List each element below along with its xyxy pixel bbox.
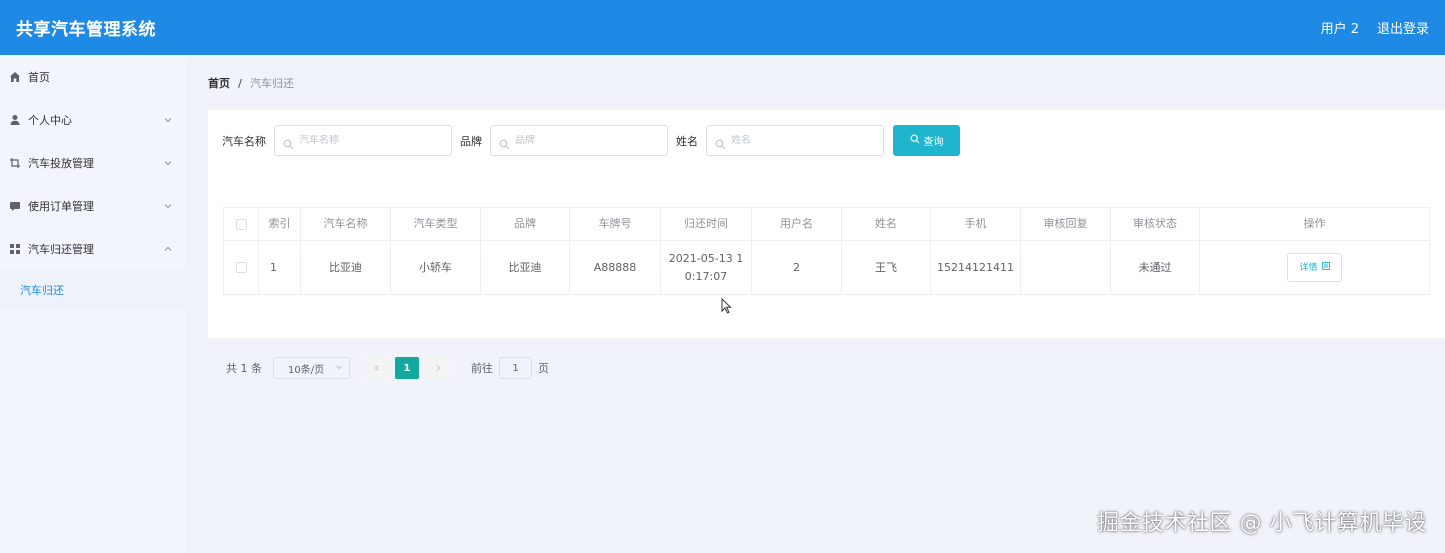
page-size-value: 10条/页 bbox=[288, 364, 325, 376]
column-header: 姓名 bbox=[842, 208, 931, 240]
chevron-up-icon bbox=[163, 244, 173, 254]
detail-button[interactable]: 详情 bbox=[1287, 253, 1342, 282]
chevron-down-icon bbox=[163, 158, 173, 168]
table-row: 1 比亚迪 小轿车 比亚迪 A88888 2021-05-13 1 0:17:0… bbox=[224, 241, 1429, 294]
sidebar-item-label: 使用订单管理 bbox=[28, 199, 94, 213]
sidebar-menu: 首页 个人中心 汽车投放管理 使用订单管理 汽车归还管理 汽车归还 bbox=[0, 55, 187, 553]
goto-label: 前往 bbox=[471, 362, 493, 375]
sidebar-item-personal-center[interactable]: 个人中心 bbox=[0, 98, 187, 141]
cell-name: 王飞 bbox=[842, 241, 931, 294]
goto-page-input[interactable]: 1 bbox=[499, 357, 532, 379]
message-icon bbox=[9, 200, 21, 212]
page-size-select[interactable]: 10条/页 bbox=[273, 357, 350, 379]
detail-button-label: 详情 bbox=[1299, 262, 1318, 273]
cell-username: 2 bbox=[752, 241, 842, 294]
current-user-link[interactable]: 用户 2 bbox=[1321, 18, 1359, 37]
car-return-table: 索引 汽车名称 汽车类型 品牌 车牌号 归还时间 用户名 姓名 手机 审核回复 … bbox=[223, 207, 1430, 295]
car-name-input[interactable] bbox=[299, 135, 439, 146]
sidebar-item-order-manage[interactable]: 使用订单管理 bbox=[0, 184, 187, 227]
query-button-label: 查询 bbox=[923, 137, 944, 148]
breadcrumb-separator: / bbox=[238, 76, 243, 90]
crop-icon bbox=[9, 157, 21, 169]
search-icon bbox=[499, 135, 510, 150]
row-checkbox[interactable] bbox=[235, 262, 247, 273]
chevron-down-icon bbox=[163, 115, 173, 125]
cell-car-type: 小轿车 bbox=[391, 241, 481, 294]
cell-status: 未通过 bbox=[1111, 241, 1200, 294]
cell-brand: 比亚迪 bbox=[481, 241, 570, 294]
total-count: 共 1 条 bbox=[226, 362, 262, 375]
cell-reply bbox=[1021, 241, 1111, 294]
main-content: 首页 / 汽车归还 汽车名称 品牌 姓名 bbox=[208, 55, 1445, 553]
select-all-checkbox[interactable] bbox=[235, 218, 247, 230]
column-header: 汽车类型 bbox=[391, 208, 481, 240]
cell-index: 1 bbox=[259, 241, 301, 294]
sidebar-subitem-car-return[interactable]: 汽车归还 bbox=[0, 270, 187, 310]
cell-return-time: 2021-05-13 1 0:17:07 bbox=[661, 241, 752, 294]
page-suffix: 页 bbox=[538, 362, 549, 375]
page-number-active[interactable]: 1 bbox=[395, 357, 419, 379]
prev-page-button[interactable] bbox=[365, 357, 388, 379]
column-header: 索引 bbox=[259, 208, 301, 240]
return-time-line-1: 2021-05-13 1 bbox=[668, 251, 744, 265]
name-input[interactable] bbox=[731, 135, 871, 146]
header-user-area: 用户 2 退出登录 bbox=[1321, 18, 1429, 37]
watermark: 掘金技术社区 @ 小飞计算机毕设 bbox=[1097, 511, 1427, 536]
column-header: 操作 bbox=[1303, 217, 1326, 230]
chevron-right-icon bbox=[434, 362, 442, 375]
column-header: 车牌号 bbox=[570, 208, 661, 240]
sidebar-item-car-return-manage[interactable]: 汽车归还管理 bbox=[0, 227, 187, 270]
name-label: 姓名 bbox=[676, 134, 698, 148]
pagination: 共 1 条 10条/页 1 前往 1 页 bbox=[226, 357, 549, 379]
breadcrumb-current: 汽车归还 bbox=[250, 77, 295, 90]
header-select-all[interactable] bbox=[224, 208, 259, 240]
column-header: 归还时间 bbox=[661, 208, 752, 240]
sidebar-item-home[interactable]: 首页 bbox=[0, 55, 187, 98]
logout-link[interactable]: 退出登录 bbox=[1377, 18, 1429, 37]
column-header: 审核状态 bbox=[1111, 208, 1200, 240]
column-header: 手机 bbox=[931, 208, 1021, 240]
cell-phone: 15214121411 bbox=[931, 241, 1021, 294]
chevron-down-icon bbox=[335, 363, 343, 374]
return-time-line-2: 0:17:07 bbox=[684, 269, 728, 283]
table-header: 索引 汽车名称 汽车类型 品牌 车牌号 归还时间 用户名 姓名 手机 审核回复 … bbox=[224, 208, 1429, 241]
brand-label: 品牌 bbox=[460, 134, 482, 148]
sidebar-item-label: 首页 bbox=[28, 70, 50, 84]
content-card: 汽车名称 品牌 姓名 bbox=[208, 110, 1445, 379]
mouse-pointer-icon bbox=[721, 297, 732, 314]
search-icon bbox=[910, 134, 920, 147]
user-icon bbox=[9, 114, 21, 126]
column-header: 审核回复 bbox=[1021, 208, 1111, 240]
chevron-down-icon bbox=[163, 201, 173, 211]
search-icon bbox=[715, 135, 726, 150]
name-field[interactable] bbox=[706, 125, 884, 156]
row-select-cell[interactable] bbox=[224, 241, 259, 294]
car-name-field[interactable] bbox=[274, 125, 452, 156]
column-header: 品牌 bbox=[481, 208, 570, 240]
app-title: 共享汽车管理系统 bbox=[16, 20, 156, 40]
chevron-left-icon bbox=[373, 362, 381, 375]
next-page-button[interactable] bbox=[426, 357, 449, 379]
search-form: 汽车名称 品牌 姓名 bbox=[222, 125, 960, 156]
query-button[interactable]: 查询 bbox=[893, 125, 960, 156]
sidebar-item-car-deploy[interactable]: 汽车投放管理 bbox=[0, 141, 187, 184]
brand-input[interactable] bbox=[515, 135, 655, 146]
home-icon bbox=[9, 71, 21, 83]
column-header: 汽车名称 bbox=[301, 208, 391, 240]
tickets-icon bbox=[1321, 259, 1330, 277]
cell-car-name: 比亚迪 bbox=[301, 241, 391, 294]
brand-field[interactable] bbox=[490, 125, 668, 156]
column-header: 用户名 bbox=[752, 208, 842, 240]
cell-plate: A88888 bbox=[570, 241, 661, 294]
cell-actions: 详情 bbox=[1200, 241, 1429, 294]
breadcrumb-home[interactable]: 首页 bbox=[208, 75, 230, 91]
sidebar-item-label: 个人中心 bbox=[28, 113, 72, 127]
top-header: 共享汽车管理系统 用户 2 退出登录 bbox=[0, 0, 1445, 55]
sidebar-item-label: 汽车投放管理 bbox=[28, 156, 94, 170]
grid-icon bbox=[9, 243, 21, 255]
breadcrumb: 首页 / 汽车归还 bbox=[208, 75, 294, 91]
sidebar-item-label: 汽车归还管理 bbox=[28, 242, 94, 256]
car-name-label: 汽车名称 bbox=[222, 134, 266, 148]
search-icon bbox=[283, 135, 294, 150]
